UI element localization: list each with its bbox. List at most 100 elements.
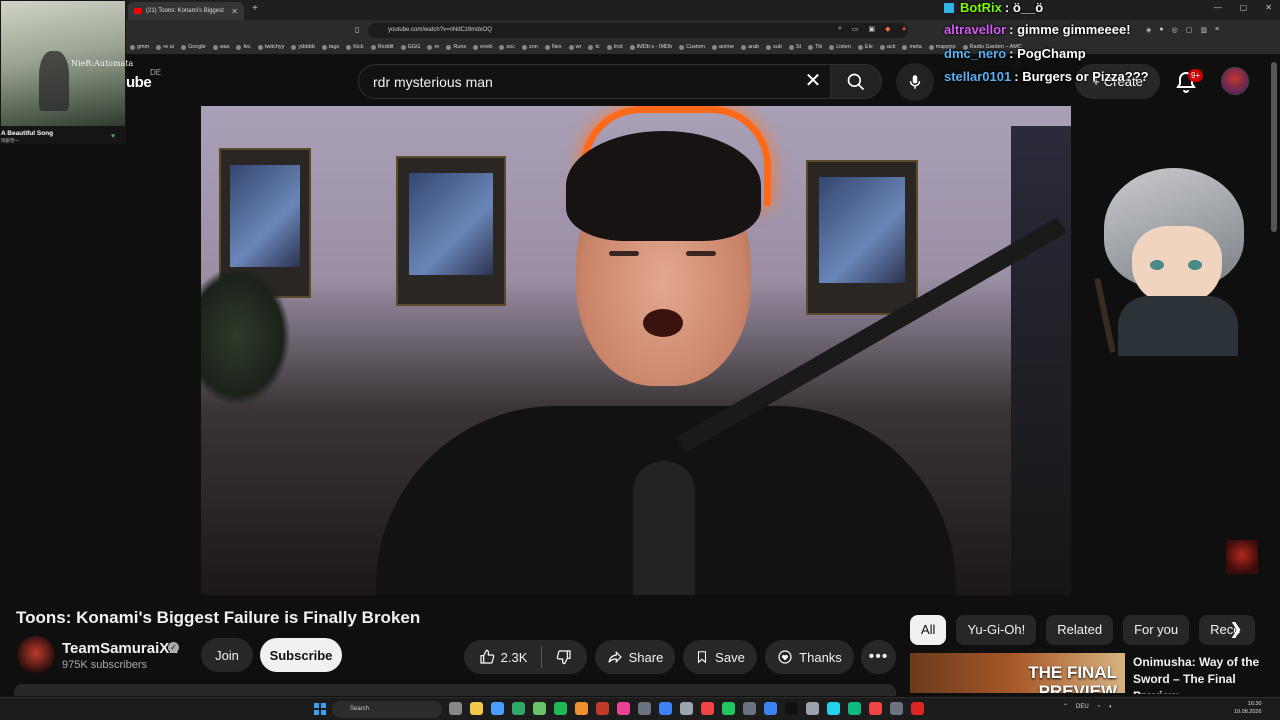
taskbar-app-icon[interactable] <box>911 702 924 715</box>
channel-avatar[interactable] <box>17 636 55 674</box>
bookmark-item[interactable]: GGG <box>400 44 420 50</box>
recommendation-thumbnail[interactable]: THE FINAL PREVIEW <box>910 653 1125 693</box>
bookmark-item[interactable]: IMDb s - IMDb <box>629 44 672 50</box>
taskbar-app-icon[interactable] <box>659 702 672 715</box>
share-button[interactable]: Share <box>595 640 675 674</box>
taskbar-clock[interactable]: 16:30 10.08.2026 <box>1234 700 1262 716</box>
thanks-button[interactable]: Thanks <box>765 640 854 674</box>
bookmark-item[interactable]: anime <box>712 44 734 50</box>
join-button[interactable]: Join <box>201 638 253 672</box>
bookmark-item[interactable]: zon <box>521 44 538 50</box>
taskbar-app-icon[interactable] <box>869 702 882 715</box>
alert-icon[interactable]: ▲ <box>901 25 908 33</box>
taskbar-app-icon[interactable] <box>533 702 546 715</box>
video-player[interactable] <box>201 106 1071 595</box>
shield-icon[interactable]: ◆ <box>885 25 890 33</box>
thumbs-down-icon[interactable] <box>556 649 572 665</box>
taskbar-app-icon[interactable] <box>470 702 483 715</box>
taskbar-app-icon[interactable] <box>722 702 735 715</box>
clear-search-icon[interactable]: ✕ <box>800 68 826 94</box>
taskbar-app-icon[interactable] <box>512 702 525 715</box>
extension-icon[interactable]: ▢ <box>1186 26 1193 34</box>
bookmark-item[interactable]: acti <box>879 44 895 50</box>
filter-chip[interactable]: For you <box>1123 615 1190 645</box>
sidebar-icon[interactable]: ▥ <box>1200 26 1207 34</box>
bookmark-item[interactable]: Kick <box>346 44 364 50</box>
bookmark-item[interactable]: sub <box>766 44 782 50</box>
taskbar-app-icon[interactable] <box>491 702 504 715</box>
bookmark-item[interactable]: gmm <box>130 44 149 50</box>
taskbar-app-icon[interactable] <box>449 702 462 715</box>
bookmark-item[interactable]: twitchyy <box>257 44 284 50</box>
bookmark-item[interactable]: Nex <box>544 44 562 50</box>
taskbar-app-icon[interactable] <box>554 702 567 715</box>
taskbar-app-icon[interactable] <box>806 702 819 715</box>
bookmark-item[interactable]: meta <box>902 44 922 50</box>
taskbar-app-icon[interactable] <box>575 702 588 715</box>
bookmark-item[interactable]: was <box>212 44 229 50</box>
channel-name[interactable]: TeamSamuraiX1 <box>62 640 178 657</box>
address-bar[interactable]: youtube.com/watch?v=nNdCz8mdxOQ <box>368 23 908 38</box>
voice-search-button[interactable] <box>896 63 934 101</box>
bookmark-item[interactable]: tags <box>321 44 339 50</box>
bookmark-item[interactable]: Ele <box>857 44 873 50</box>
extension-icon[interactable]: ◎ <box>1172 26 1178 34</box>
description-box[interactable] <box>14 684 896 696</box>
tab-close-icon[interactable]: ✕ <box>231 7 238 16</box>
bookmark-item[interactable]: re ai <box>156 44 174 50</box>
taskbar-app-icon[interactable] <box>680 702 693 715</box>
taskbar-app-icon[interactable] <box>743 702 756 715</box>
cast-icon[interactable]: ▭ <box>852 25 859 33</box>
taskbar-app-icon[interactable] <box>764 702 777 715</box>
bookmark-item[interactable]: ytbbbb <box>291 44 315 50</box>
bookmark-item[interactable]: Listen <box>829 44 851 50</box>
taskbar-app-icon[interactable] <box>890 702 903 715</box>
bookmark-item[interactable]: Reddit <box>370 44 394 50</box>
new-tab-button[interactable]: + <box>252 3 258 14</box>
more-actions-button[interactable]: ••• <box>861 640 896 674</box>
bookmark-item[interactable]: arab <box>741 44 759 50</box>
volume-icon[interactable]: ◖ <box>1108 704 1112 710</box>
windows-start-icon[interactable] <box>314 703 326 715</box>
bookmark-item[interactable]: Inst <box>606 44 623 50</box>
bookmark-item[interactable]: eneb <box>473 44 492 50</box>
like-button[interactable]: 2.3K <box>479 649 527 665</box>
bookmark-item[interactable]: Google <box>180 44 206 50</box>
chevron-right-icon[interactable]: ❯ <box>1224 618 1248 642</box>
pip-icon[interactable]: ▣ <box>869 25 876 33</box>
tray-chevron-icon[interactable]: ⌃ <box>1063 703 1068 710</box>
taskbar-app-icon[interactable] <box>617 702 630 715</box>
bookmark-item[interactable]: Tik <box>808 44 822 50</box>
taskbar-app-icon[interactable] <box>848 702 861 715</box>
taskbar-app-icon[interactable] <box>596 702 609 715</box>
taskbar-search[interactable]: Search <box>332 701 442 718</box>
bookmark-item[interactable]: tc <box>588 44 600 50</box>
taskbar-app-icon[interactable] <box>827 702 840 715</box>
close-window-icon[interactable]: ✕ <box>1265 3 1272 12</box>
minimize-icon[interactable]: — <box>1214 3 1222 12</box>
taskbar-app-icon[interactable] <box>701 702 714 715</box>
browser-tab-active[interactable]: (21) Toons: Konami's Biggest ✕ <box>128 2 244 20</box>
wifi-icon[interactable]: ◔ <box>1097 704 1101 710</box>
taskbar-app-icon[interactable] <box>785 702 798 715</box>
save-button[interactable]: Save <box>683 640 757 674</box>
menu-icon[interactable]: ≡ <box>1215 26 1219 34</box>
filter-chip[interactable]: Yu-Gi-Oh! <box>956 615 1037 645</box>
bookmark-item[interactable]: re <box>427 44 439 50</box>
filter-chip[interactable]: All <box>910 615 947 645</box>
bookmark-item[interactable]: fec <box>236 44 251 50</box>
zoom-icon[interactable]: ⌕ <box>838 25 842 33</box>
page-scrollbar[interactable] <box>1270 56 1278 696</box>
account-avatar[interactable] <box>1221 67 1249 95</box>
maximize-icon[interactable]: ▢ <box>1240 3 1248 12</box>
bookmark-item[interactable]: St <box>788 44 801 50</box>
extension-icon[interactable]: ◈ <box>1146 26 1151 34</box>
bookmark-item[interactable]: Runs <box>446 44 466 50</box>
youtube-logo[interactable]: ube <box>126 74 152 91</box>
taskbar-app-icon[interactable] <box>638 702 651 715</box>
bookmark-item[interactable]: wr <box>568 44 581 50</box>
subscribe-button[interactable]: Subscribe <box>260 638 342 672</box>
recommendation-title[interactable]: Onimusha: Way of the Sword – The Final P… <box>1133 654 1273 694</box>
extension-icon[interactable]: ● <box>1159 26 1163 34</box>
language-indicator[interactable]: DEU <box>1076 704 1089 710</box>
